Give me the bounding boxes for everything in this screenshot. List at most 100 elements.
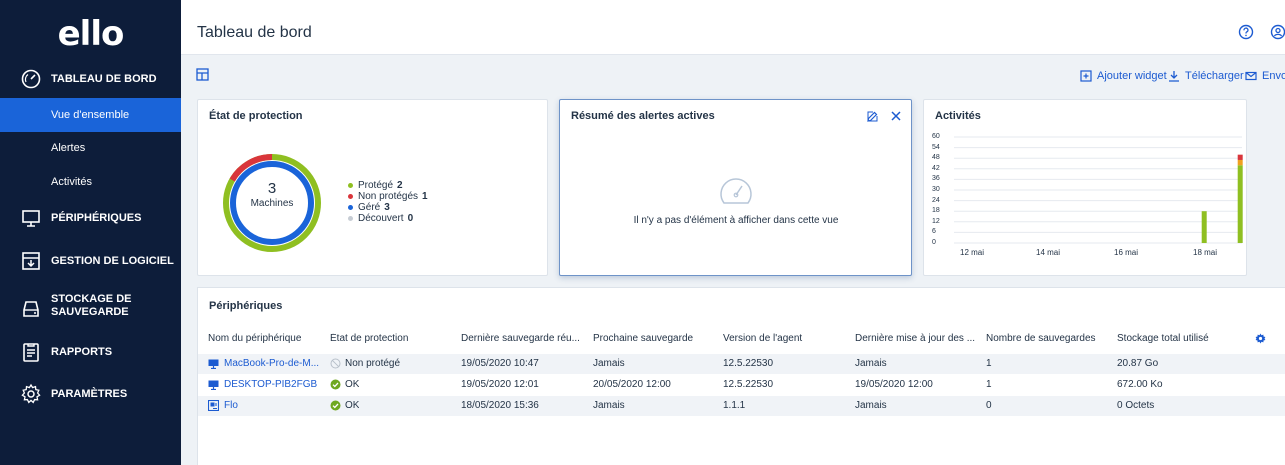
legend-managed[interactable]: Géré 3 (348, 202, 428, 213)
active-alerts-title: Résumé des alertes actives (571, 110, 715, 122)
nav-devices[interactable]: PÉRIPHÉRIQUES (0, 205, 181, 231)
donut-center-value: 3 (267, 180, 277, 197)
col-header-device-name[interactable]: Nom du périphérique (208, 333, 320, 344)
dashboard-gauge-icon (21, 69, 41, 89)
device-name: Flo (224, 400, 238, 411)
column-settings-gear-icon[interactable] (1255, 333, 1266, 344)
table-row[interactable]: Flo OK 18/05/2020 15:36 Jamais 1.1.1 Jam… (198, 396, 1285, 416)
devices-widget: Périphériques Nom du périphérique État d… (197, 287, 1285, 465)
activities-widget: Activités 60 54 48 42 36 30 24 18 12 6 0 12 mai 14… (923, 99, 1247, 276)
page-title: Tableau de bord (197, 24, 312, 41)
edit-icon[interactable] (866, 110, 879, 123)
legend-label: Géré (358, 202, 381, 213)
alerts-empty-message: Il n'y a pas d'élément à afficher dans c… (633, 215, 839, 226)
report-icon (23, 343, 39, 362)
last-update-cell: Jamais (855, 400, 887, 411)
last-backup-cell: 19/05/2020 12:01 (461, 379, 539, 390)
legend-discovered[interactable]: Découvert 0 (348, 213, 428, 224)
legend-dot (348, 194, 353, 199)
legend-value: 2 (397, 180, 403, 191)
dashboard-layout-icon[interactable] (196, 68, 209, 81)
protection-status-text: Non protégé (345, 358, 401, 369)
storage-cell: 0 Octets (1117, 400, 1155, 411)
gear-icon (21, 383, 41, 404)
protection-status-widget: État de protection 3 Machines Protégé 2 N… (197, 99, 548, 276)
account-icon[interactable] (1270, 24, 1285, 40)
table-row[interactable]: MacBook-Pro-de-M... Non protégé 19/05/20… (198, 354, 1285, 374)
x-axis-label: 18 mai (1193, 248, 1218, 257)
subnav-activities[interactable]: Activités (0, 165, 181, 199)
subnav-alerts[interactable]: Alertes (0, 131, 181, 165)
col-header-last-update[interactable]: Dernière mise à jour des ... (855, 333, 976, 344)
last-update-cell: 19/05/2020 12:00 (855, 379, 933, 390)
legend-value: 3 (384, 202, 390, 213)
nav-settings-label: PARAMÈTRES (51, 388, 128, 400)
device-name-cell[interactable]: MacBook-Pro-de-M... (208, 358, 326, 369)
agent-version-cell: 12.5.22530 (723, 358, 774, 369)
last-backup-cell: 18/05/2020 15:36 (461, 400, 539, 411)
storage-drive-icon (23, 301, 39, 317)
table-row[interactable]: DESKTOP-PIB2FGB OK 19/05/2020 12:01 20/0… (198, 375, 1285, 395)
legend-protected[interactable]: Protégé 2 (348, 180, 428, 191)
activity-bar-segment[interactable] (1237, 159, 1243, 166)
device-name: DESKTOP-PIB2FGB (224, 379, 318, 390)
add-widget-button[interactable]: Ajouter widget (1080, 70, 1167, 82)
subnav-overview[interactable]: Vue d'ensemble (0, 98, 181, 132)
ok-check-icon (330, 379, 341, 390)
activity-bar-segment[interactable] (1237, 154, 1243, 160)
protection-status-cell: OK (330, 400, 359, 411)
top-bar: Tableau de bord (181, 0, 1285, 55)
next-backup-cell: Jamais (593, 358, 625, 369)
help-icon[interactable] (1238, 24, 1254, 40)
nav-software[interactable]: GESTION DE LOGICIEL (0, 248, 181, 274)
envelope-icon (1245, 71, 1257, 81)
monitor-icon (208, 380, 219, 390)
send-label: Envo (1262, 70, 1285, 82)
empty-gauge-icon (720, 178, 752, 204)
protection-status-cell: Non protégé (330, 358, 400, 369)
col-header-agent-version[interactable]: Version de l'agent (723, 333, 843, 344)
send-button[interactable]: Envo (1245, 70, 1285, 82)
device-name-cell[interactable]: DESKTOP-PIB2FGB (208, 379, 326, 390)
nav-backup-storage-label: STOCKAGE DE SAUVEGARDE (51, 293, 132, 318)
add-widget-label: Ajouter widget (1097, 70, 1167, 82)
activity-bar-segment[interactable] (1237, 165, 1243, 243)
nav-reports[interactable]: RAPPORTS (0, 339, 181, 365)
close-icon[interactable] (890, 110, 902, 122)
col-header-last-backup[interactable]: Dernière sauvegarde réu... (461, 333, 586, 344)
activity-bar-segment[interactable] (1201, 211, 1207, 243)
download-icon (1169, 71, 1179, 82)
storage-cell: 672.00 Ko (1117, 379, 1163, 390)
software-management-icon (22, 252, 40, 270)
last-backup-cell: 19/05/2020 10:47 (461, 358, 539, 369)
col-header-total-storage[interactable]: Stockage total utilisé (1117, 333, 1237, 344)
nav-settings[interactable]: PARAMÈTRES (0, 381, 181, 407)
brand-logo: ello (57, 14, 125, 54)
legend-dot (348, 183, 353, 188)
nav-dashboard[interactable]: TABLEAU DE BORD (0, 66, 181, 92)
protection-status-text: OK (345, 400, 360, 411)
backup-count-cell: 1 (986, 358, 992, 369)
col-header-backup-count[interactable]: Nombre de sauvegardes (986, 333, 1106, 344)
protection-status-cell: OK (330, 379, 359, 390)
ok-check-icon (330, 400, 341, 411)
legend-label: Découvert (358, 213, 404, 224)
legend-unprotected[interactable]: Non protégés 1 (348, 191, 428, 202)
col-header-protection-status[interactable]: État de protection (330, 333, 442, 344)
next-backup-cell: Jamais (593, 400, 625, 411)
col-header-next-backup[interactable]: Prochaine sauvegarde (593, 333, 713, 344)
agent-version-cell: 1.1.1 (723, 400, 746, 411)
legend-value: 0 (407, 213, 414, 224)
download-button[interactable]: Télécharger (1168, 70, 1244, 82)
cloud-app-icon (208, 400, 219, 411)
devices-title: Périphériques (209, 300, 283, 312)
nav-software-label: GESTION DE LOGICIEL (51, 255, 174, 267)
plus-box-icon (1080, 70, 1092, 82)
x-axis-label: 14 mai (1036, 248, 1061, 257)
nav-devices-label: PÉRIPHÉRIQUES (51, 212, 142, 224)
nav-backup-storage[interactable]: STOCKAGE DE SAUVEGARDE (0, 292, 181, 326)
donut-center-label: Machines (250, 198, 294, 209)
monitor-icon (22, 210, 40, 227)
agent-version-cell: 12.5.22530 (723, 379, 774, 390)
device-name-cell[interactable]: Flo (208, 400, 326, 411)
